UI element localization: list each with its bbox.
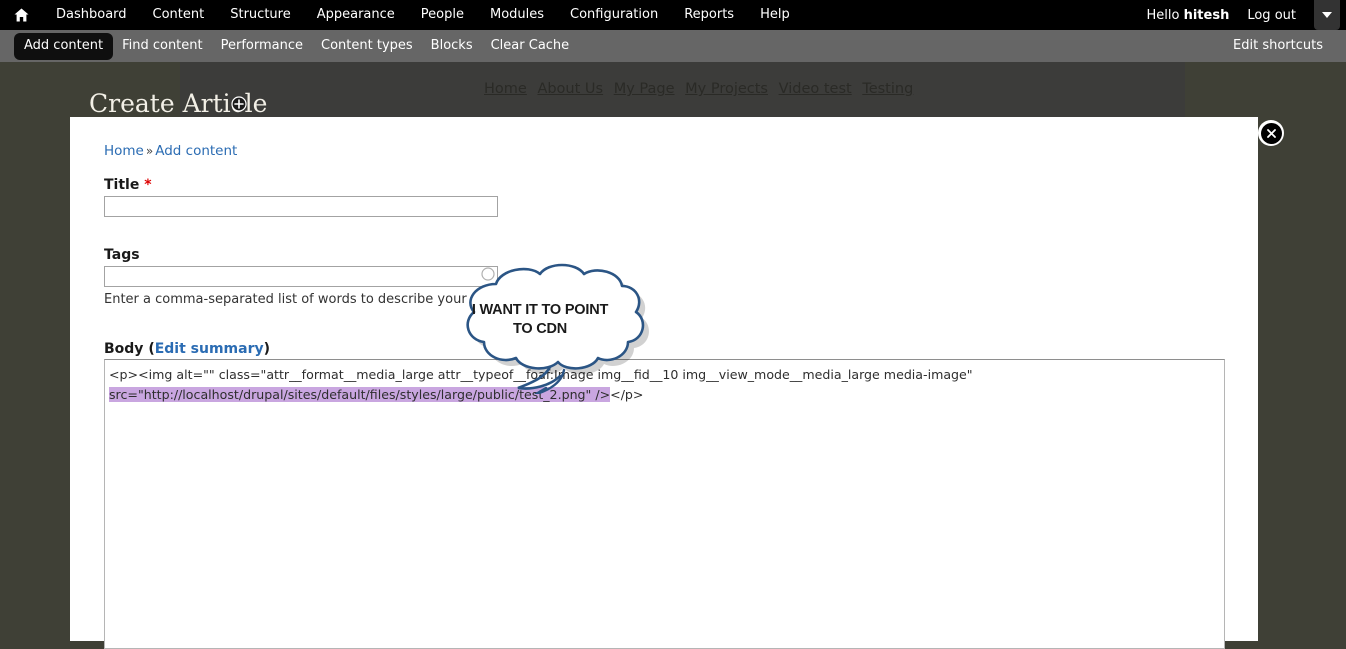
body-label-text: Body bbox=[104, 341, 143, 357]
primary-menu-about-us[interactable]: About Us bbox=[537, 81, 603, 97]
shortcut-content-types[interactable]: Content types bbox=[312, 36, 422, 56]
home-icon[interactable] bbox=[14, 8, 29, 22]
primary-menu-testing[interactable]: Testing bbox=[862, 81, 913, 97]
shortcut-clear-cache[interactable]: Clear Cache bbox=[482, 36, 579, 56]
toolbar-toggle-button[interactable] bbox=[1314, 0, 1340, 30]
annotation-bubble-line2: TO CDN bbox=[455, 320, 625, 339]
breadcrumb-add-content[interactable]: Add content bbox=[155, 143, 237, 159]
username: hitesh bbox=[1184, 8, 1230, 23]
body-paren-close: ) bbox=[264, 341, 270, 357]
plus-circle-icon[interactable] bbox=[231, 96, 247, 116]
breadcrumb-home[interactable]: Home bbox=[104, 143, 144, 159]
tags-label-text: Tags bbox=[104, 247, 140, 263]
logout-link[interactable]: Log out bbox=[1233, 8, 1310, 23]
edit-shortcuts-link[interactable]: Edit shortcuts bbox=[1224, 36, 1332, 56]
body-line-2-tail: </p> bbox=[610, 387, 643, 402]
shortcut-performance[interactable]: Performance bbox=[212, 36, 312, 56]
body-textarea-content: <p><img alt="" class="attr__format__medi… bbox=[107, 363, 1222, 405]
primary-menu-home[interactable]: Home bbox=[484, 81, 527, 97]
title-required-marker: * bbox=[144, 177, 151, 193]
admin-toolbar: Dashboard Content Structure Appearance P… bbox=[0, 0, 1346, 30]
chevron-down-icon bbox=[1322, 12, 1332, 18]
admin-menu-reports[interactable]: Reports bbox=[671, 0, 747, 30]
body-field-label: Body (Edit summary) bbox=[104, 341, 270, 357]
breadcrumb-separator: » bbox=[144, 144, 155, 158]
admin-menu-configuration[interactable]: Configuration bbox=[557, 0, 671, 30]
shortcut-find-content[interactable]: Find content bbox=[113, 36, 212, 56]
shortcut-blocks[interactable]: Blocks bbox=[422, 36, 482, 56]
admin-menu-structure[interactable]: Structure bbox=[217, 0, 303, 30]
admin-user-area: Hello hitesh Log out bbox=[1147, 0, 1346, 30]
admin-menu-dashboard[interactable]: Dashboard bbox=[43, 0, 140, 30]
admin-menu-appearance[interactable]: Appearance bbox=[304, 0, 408, 30]
annotation-bubble-text: I WANT IT TO POINT TO CDN bbox=[455, 301, 625, 339]
close-icon-disc bbox=[1261, 123, 1282, 144]
annotation-bubble-line1: I WANT IT TO POINT bbox=[455, 301, 625, 320]
body-textarea[interactable]: <p><img alt="" class="attr__format__medi… bbox=[104, 359, 1225, 649]
tags-field-label: Tags bbox=[104, 247, 140, 263]
title-input[interactable] bbox=[104, 196, 498, 217]
edit-summary-link[interactable]: Edit summary bbox=[155, 341, 264, 357]
close-icon[interactable] bbox=[1258, 120, 1284, 146]
greeting: Hello hitesh bbox=[1147, 8, 1234, 23]
title-field-label: Title * bbox=[104, 177, 152, 193]
admin-menu-help[interactable]: Help bbox=[747, 0, 803, 30]
primary-menu-my-projects[interactable]: My Projects bbox=[685, 81, 768, 97]
body-line-1: <p><img alt="" class="attr__format__medi… bbox=[109, 367, 973, 382]
title-label-text: Title bbox=[104, 177, 139, 193]
admin-menu-people[interactable]: People bbox=[408, 0, 477, 30]
admin-menu-modules[interactable]: Modules bbox=[477, 0, 557, 30]
primary-menu-video-test[interactable]: Video test bbox=[779, 81, 852, 97]
primary-menu-my-page[interactable]: My Page bbox=[614, 81, 675, 97]
primary-menu: Home About Us My Page My Projects Video … bbox=[484, 81, 919, 97]
shortcut-add-content[interactable]: Add content bbox=[14, 33, 113, 60]
tags-input[interactable] bbox=[104, 266, 498, 287]
shortcut-bar: Add content Find content Performance Con… bbox=[0, 30, 1346, 62]
breadcrumb: Home»Add content bbox=[104, 143, 237, 159]
admin-menu-content[interactable]: Content bbox=[140, 0, 218, 30]
body-line-2-selected: src="http://localhost/drupal/sites/defau… bbox=[109, 387, 610, 402]
